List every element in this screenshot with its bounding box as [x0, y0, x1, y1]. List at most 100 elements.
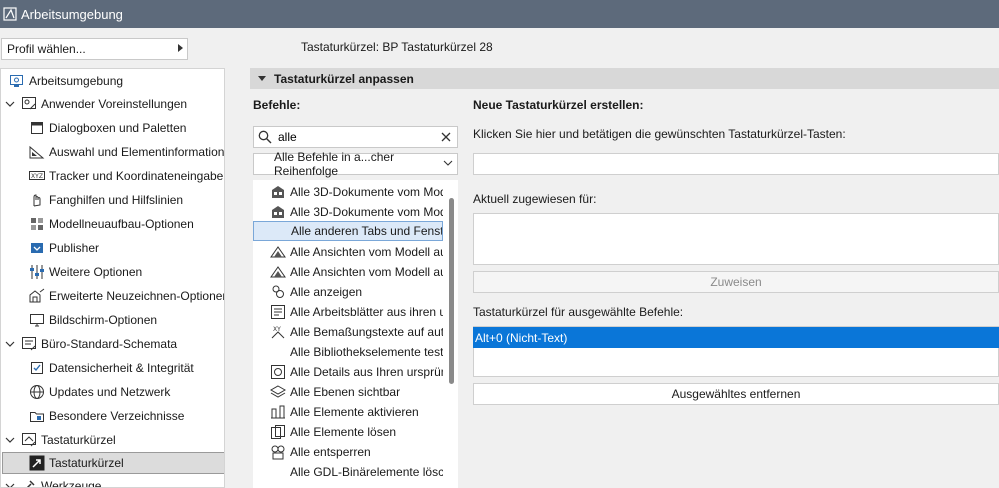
xyz-icon: XYZ: [29, 168, 45, 184]
tree-item-datensicherheit[interactable]: Datensicherheit & Integrität: [29, 357, 194, 379]
tree-item-werkzeuge[interactable]: Werkzeuge: [5, 475, 101, 487]
command-list-scrollbar[interactable]: [449, 198, 454, 384]
command-item[interactable]: Alle GDL-Binärelemente löscher: [253, 462, 443, 482]
model-views-icon: [270, 244, 286, 260]
tree-item-dialogboxen[interactable]: Dialogboxen und Paletten: [29, 117, 186, 139]
worksheet-icon: [270, 304, 286, 320]
chevron-right-icon: [178, 44, 183, 52]
tree-item-label: Anwender Voreinstellungen: [41, 97, 188, 111]
command-label: Alle Elemente lösen: [290, 425, 397, 439]
tree-item-auswahl[interactable]: Auswahl und Elementinformationen: [29, 141, 225, 163]
selected-shortcuts-label: Tastaturkürzel für ausgewählte Befehle:: [473, 305, 684, 319]
chevron-down-icon[interactable]: [5, 435, 15, 445]
tree-item-modellneuaufbau[interactable]: Modellneuaufbau-Optionen: [29, 213, 194, 235]
chevron-down-icon[interactable]: [5, 481, 15, 487]
tree-item-label: Weitere Optionen: [49, 265, 143, 279]
tree-item-verzeichnisse[interactable]: Besondere Verzeichnisse: [29, 405, 184, 427]
command-label: Alle 3D-Dokumente vom Modell: [290, 205, 443, 219]
command-item[interactable]: Alle Details aus Ihren ursprüngli: [253, 362, 443, 382]
model-rebuild-icon: [29, 216, 45, 232]
chevron-down-icon[interactable]: [5, 339, 15, 349]
shortcut-capture-field[interactable]: [473, 153, 999, 175]
tree-item-bildschirm[interactable]: Bildschirm-Optionen: [29, 309, 157, 331]
command-label: Alle Ebenen sichtbar: [290, 385, 401, 399]
svg-text:XYZ: XYZ: [31, 173, 43, 180]
tree-item-label: Updates und Netzwerk: [49, 385, 171, 399]
command-label: Alle Details aus Ihren ursprüngli: [290, 365, 443, 379]
new-shortcut-title: Neue Tastaturkürzel erstellen:: [473, 98, 644, 112]
command-label: Alle Ansichten vom Modell aus r: [290, 265, 443, 279]
tree-item-updates[interactable]: Updates und Netzwerk: [29, 381, 170, 403]
tree-item-label: Fanghilfen und Hilfslinien: [49, 193, 184, 207]
command-label: Alle Bibliothekselemente testen: [290, 345, 443, 359]
unlock-icon: [270, 444, 286, 460]
profile-select[interactable]: Profil wählen...: [1, 38, 188, 60]
tree-item-fanghilfen[interactable]: Fanghilfen und Hilfslinien: [29, 189, 183, 211]
command-label: Alle Ansichten vom Modell aus r: [290, 245, 443, 259]
publisher-icon: [29, 240, 45, 256]
tree-item-tastaturkuerzel-group[interactable]: Tastaturkürzel: [5, 429, 116, 451]
tree-item-label: Dialogboxen und Paletten: [49, 121, 187, 135]
blank-icon: [270, 464, 286, 480]
command-list: Alle 3D-Dokumente vom Modell Alle 3D-Dok…: [253, 180, 458, 488]
tools-icon: [21, 478, 37, 487]
data-safety-icon: [29, 360, 45, 376]
shortcut-set-value: BP Tastaturkürzel 28: [382, 40, 493, 54]
command-item[interactable]: Alle 3D-Dokumente vom Modell: [253, 202, 443, 222]
command-item[interactable]: Alle Elemente lösen: [253, 422, 443, 442]
tree-item-label: Tracker und Koordinateneingabe: [49, 169, 224, 183]
sliders-icon: [29, 264, 45, 280]
shortcut-arrow-icon: [29, 455, 45, 471]
command-item[interactable]: Alle anzeigen: [253, 282, 443, 302]
command-label: Alle 3D-Dokumente vom Modell: [290, 185, 443, 199]
search-icon: [258, 130, 272, 144]
command-item[interactable]: XY Alle Bemaßungstexte auf autom: [253, 322, 443, 342]
settings-tree: Arbeitsumgebung Anwender Voreinstellunge…: [0, 68, 225, 488]
tree-item-tastaturkuerzel[interactable]: Tastaturkürzel: [2, 452, 224, 474]
tree-item-arbeitsumgebung[interactable]: Arbeitsumgebung: [9, 70, 123, 92]
command-item[interactable]: Alle Ebenen sichtbar: [253, 382, 443, 402]
tree-item-buero-standard[interactable]: Büro-Standard-Schemata: [5, 333, 177, 355]
tree-item-tracker[interactable]: XYZ Tracker und Koordinateneingabe: [29, 165, 223, 187]
assign-button[interactable]: Zuweisen: [473, 271, 999, 293]
command-item[interactable]: Alle Bibliothekselemente testen: [253, 342, 443, 362]
command-item[interactable]: Alle Arbeitsblätter aus ihren ursp: [253, 302, 443, 322]
folder-icon: [29, 408, 45, 424]
section-header-customize[interactable]: Tastaturkürzel anpassen: [250, 68, 999, 89]
command-item[interactable]: Alle entsperren: [253, 442, 443, 462]
chevron-down-icon[interactable]: [5, 99, 15, 109]
collapse-triangle-icon: [258, 76, 266, 81]
tree-item-label: Erweiterte Neuzeichnen-Optionen: [49, 289, 225, 303]
command-item[interactable]: Alle 3D-Dokumente vom Modell: [253, 182, 443, 202]
selected-shortcut-row[interactable]: Alt+0 (Nicht-Text): [473, 327, 999, 348]
release-icon: [270, 424, 286, 440]
clear-search-icon[interactable]: [439, 130, 453, 144]
command-item-selected[interactable]: Alle anderen Tabs und Fenster s: [253, 221, 443, 241]
workspace-icon: [9, 73, 25, 89]
dialog-icon: [29, 120, 45, 136]
tree-item-neuzeichnen[interactable]: Erweiterte Neuzeichnen-Optionen: [29, 285, 225, 307]
command-item[interactable]: Alle Ansichten vom Modell aus r: [253, 262, 443, 282]
cursor-hand-icon: [29, 192, 45, 208]
tree-item-weitere-optionen[interactable]: Weitere Optionen: [29, 261, 142, 283]
tree-item-label: Tastaturkürzel: [49, 456, 124, 470]
details-icon: [270, 364, 286, 380]
tree-item-label: Datensicherheit & Integrität: [49, 361, 194, 375]
tree-item-publisher[interactable]: Publisher: [29, 237, 99, 259]
command-item[interactable]: Alle Ansichten vom Modell aus r: [253, 242, 443, 262]
commands-title: Befehle:: [253, 98, 301, 112]
app-icon: [3, 7, 17, 21]
office-standard-icon: [21, 336, 37, 352]
window-title: Arbeitsumgebung: [21, 6, 123, 22]
remove-selected-button[interactable]: Ausgewähltes entfernen: [473, 383, 999, 405]
command-label: Alle GDL-Binärelemente löscher: [290, 465, 443, 479]
profile-select-label: Profil wählen...: [7, 42, 86, 56]
screen-icon: [29, 312, 45, 328]
command-item[interactable]: Alle Elemente aktivieren: [253, 402, 443, 422]
show-all-icon: [270, 284, 286, 300]
sort-order-select[interactable]: Alle Befehle in a...cher Reihenfolge: [253, 150, 458, 178]
title-bar: Arbeitsumgebung: [0, 0, 999, 28]
tree-item-label: Auswahl und Elementinformationen: [49, 145, 225, 159]
tree-item-anwender-voreinstellungen[interactable]: Anwender Voreinstellungen: [5, 93, 187, 115]
search-input[interactable]: [278, 130, 428, 144]
